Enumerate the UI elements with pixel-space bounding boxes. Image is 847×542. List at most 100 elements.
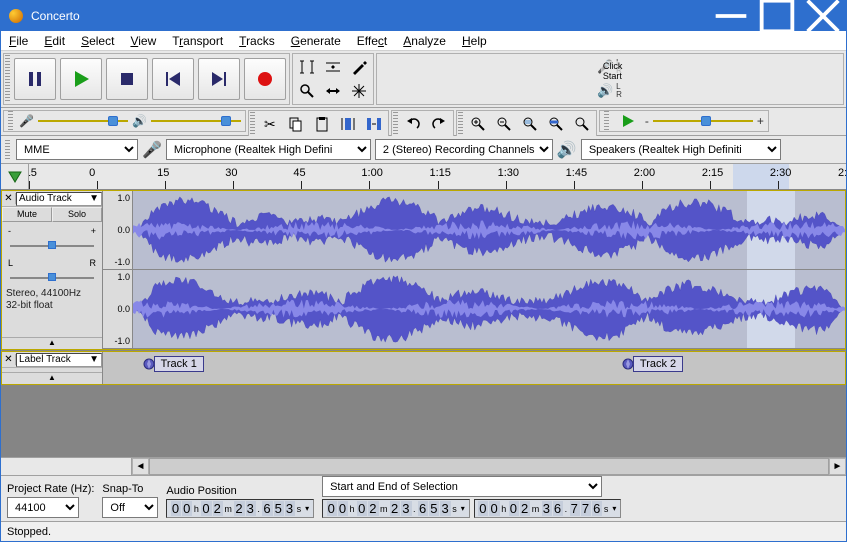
playback-volume-slider[interactable] bbox=[151, 114, 241, 128]
playback-meter[interactable]: 🔊 LR -57-54-51-48-45-42-39-36-33-30-27-2… bbox=[596, 79, 624, 103]
grip[interactable] bbox=[604, 111, 609, 131]
grip[interactable] bbox=[8, 111, 13, 131]
horizontal-scrollbar[interactable]: ◄ ► bbox=[1, 457, 846, 475]
grip[interactable] bbox=[393, 112, 398, 136]
label-track-body[interactable]: Track 1 Track 2 bbox=[103, 352, 845, 384]
track-close-button[interactable]: ✕ bbox=[2, 193, 16, 204]
play-button[interactable] bbox=[60, 58, 102, 100]
maximize-button[interactable] bbox=[754, 1, 800, 31]
selection-tool-icon[interactable] bbox=[294, 55, 320, 79]
vertical-scale[interactable]: 1.00.0-1.0 bbox=[103, 191, 133, 269]
timeline-ruler[interactable]: -1501530451:001:151:301:452:002:152:302:… bbox=[1, 164, 846, 190]
minimize-button[interactable] bbox=[708, 1, 754, 31]
fit-project-icon[interactable] bbox=[543, 112, 569, 136]
edit-toolbar: ✂ bbox=[248, 110, 389, 138]
recording-device-select[interactable]: Microphone (Realtek High Defini bbox=[166, 139, 371, 160]
undo-toolbar bbox=[391, 110, 454, 138]
zoom-out-icon[interactable] bbox=[491, 112, 517, 136]
stop-button[interactable] bbox=[106, 58, 148, 100]
meters-toolbar: 🎤 LR -57-54-51-48-45-42-31 -18 -15 -12 -… bbox=[376, 53, 844, 105]
selection-end-field[interactable]: 00h02m36.776s▾ bbox=[474, 499, 622, 518]
snap-to-select[interactable]: Off bbox=[102, 497, 158, 518]
zoom-toggle-icon[interactable] bbox=[569, 112, 595, 136]
pause-button[interactable] bbox=[14, 58, 56, 100]
zoom-tool-icon[interactable] bbox=[294, 79, 320, 103]
grip[interactable] bbox=[458, 112, 463, 136]
paste-icon[interactable] bbox=[309, 112, 335, 136]
track-close-button[interactable]: ✕ bbox=[2, 354, 16, 365]
draw-tool-icon[interactable] bbox=[346, 55, 372, 79]
zoom-toolbar bbox=[456, 110, 597, 138]
vertical-scale[interactable]: 1.00.0-1.0 bbox=[103, 270, 133, 348]
menu-select[interactable]: Select bbox=[73, 32, 122, 50]
menu-analyze[interactable]: Analyze bbox=[395, 32, 454, 50]
app-icon bbox=[9, 9, 23, 23]
multi-tool-icon[interactable] bbox=[346, 79, 372, 103]
speaker-icon: 🔊 bbox=[132, 114, 147, 128]
track-control-panel: ✕ Audio Track▼ Mute Solo -+ LR Stereo, 4… bbox=[2, 191, 103, 349]
toolbar-row-2: 🎤 🔊 ✂ - bbox=[1, 108, 846, 136]
track-info: Stereo, 44100Hz32-bit float bbox=[2, 286, 102, 314]
recording-volume-slider[interactable] bbox=[38, 114, 128, 128]
speaker-icon: 🔊 bbox=[557, 140, 577, 160]
grip[interactable] bbox=[5, 55, 10, 103]
scroll-left-button[interactable]: ◄ bbox=[132, 458, 149, 475]
cut-icon[interactable]: ✂ bbox=[257, 112, 283, 136]
skip-end-button[interactable] bbox=[198, 58, 240, 100]
silence-icon[interactable] bbox=[361, 112, 387, 136]
meter-lr: LR bbox=[616, 83, 622, 99]
recording-channels-select[interactable]: 2 (Stereo) Recording Channels bbox=[375, 139, 553, 160]
record-button[interactable] bbox=[244, 58, 286, 100]
grip[interactable] bbox=[5, 140, 10, 160]
playback-device-select[interactable]: Speakers (Realtek High Definiti bbox=[581, 139, 781, 160]
copy-icon[interactable] bbox=[283, 112, 309, 136]
title-bar: Concerto bbox=[1, 1, 846, 31]
selection-start-field[interactable]: 00h02m23.653s▾ bbox=[322, 499, 470, 518]
menu-edit[interactable]: Edit bbox=[36, 32, 73, 50]
menu-view[interactable]: View bbox=[122, 32, 164, 50]
project-rate-select[interactable]: 44100 bbox=[7, 497, 79, 518]
close-button[interactable] bbox=[800, 1, 846, 31]
selection-mode-select[interactable]: Start and End of Selection bbox=[322, 476, 602, 497]
trim-icon[interactable] bbox=[335, 112, 361, 136]
solo-button[interactable]: Solo bbox=[52, 207, 102, 222]
timeshift-tool-icon[interactable] bbox=[320, 79, 346, 103]
zoom-in-icon[interactable] bbox=[465, 112, 491, 136]
fit-selection-icon[interactable] bbox=[517, 112, 543, 136]
track-menu-button[interactable]: Audio Track▼ bbox=[16, 192, 102, 206]
timeline-options-button[interactable] bbox=[1, 164, 29, 189]
redo-icon[interactable] bbox=[426, 112, 452, 136]
playback-speed-slider[interactable] bbox=[653, 114, 753, 128]
menu-effect[interactable]: Effect bbox=[349, 32, 395, 50]
audio-position-field[interactable]: 00h02m23.653s▾ bbox=[166, 499, 314, 518]
label-marker[interactable]: Track 1 bbox=[142, 356, 204, 372]
label-marker[interactable]: Track 2 bbox=[621, 356, 683, 372]
audio-host-select[interactable]: MME bbox=[16, 139, 138, 160]
play-at-speed-button[interactable] bbox=[615, 109, 641, 133]
waveform-left[interactable] bbox=[133, 191, 845, 269]
waveform-right[interactable] bbox=[133, 270, 845, 348]
track-menu-button[interactable]: Label Track▼ bbox=[16, 353, 102, 367]
menu-file[interactable]: File bbox=[1, 32, 36, 50]
track-collapse-button[interactable]: ▲ bbox=[2, 337, 102, 349]
undo-icon[interactable] bbox=[400, 112, 426, 136]
gain-slider[interactable] bbox=[10, 240, 94, 252]
track-collapse-button[interactable]: ▲ bbox=[2, 372, 102, 384]
skip-start-button[interactable] bbox=[152, 58, 194, 100]
scroll-right-button[interactable]: ► bbox=[829, 458, 846, 475]
menu-generate[interactable]: Generate bbox=[283, 32, 349, 50]
menu-tracks[interactable]: Tracks bbox=[231, 32, 283, 50]
mute-button[interactable]: Mute bbox=[2, 207, 52, 222]
speaker-icon: 🔊 bbox=[596, 83, 614, 99]
recording-meter[interactable]: 🎤 LR -57-54-51-48-45-42-31 -18 -15 -12 -… bbox=[596, 55, 624, 79]
pan-slider[interactable] bbox=[10, 272, 94, 284]
label-track: ✕ Label Track▼ ▲ Track 1 Track 2 bbox=[1, 351, 846, 385]
menu-transport[interactable]: Transport bbox=[164, 32, 231, 50]
tools-toolbar bbox=[292, 53, 374, 105]
transport-toolbar bbox=[3, 53, 290, 105]
project-rate-label: Project Rate (Hz): bbox=[7, 483, 94, 495]
menu-help[interactable]: Help bbox=[454, 32, 495, 50]
grip[interactable] bbox=[250, 112, 255, 136]
monitoring-prompt[interactable]: Click to Start Monitoring bbox=[601, 61, 624, 79]
envelope-tool-icon[interactable] bbox=[320, 55, 346, 79]
